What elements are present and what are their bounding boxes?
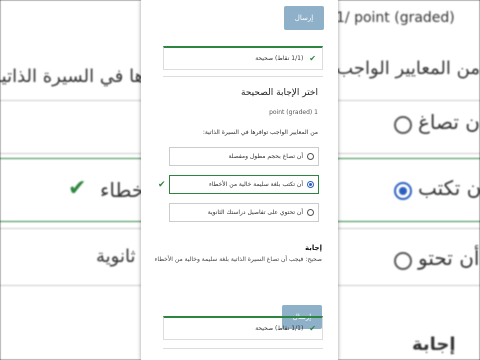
question-prompt: من المعايير الواجب توافرها في السيرة الذ… [202, 129, 318, 136]
bg-check-icon: ✔ [68, 176, 87, 201]
bg-option2: أن تكتب [418, 176, 480, 200]
bg-radio-2 [394, 182, 412, 200]
background-right: 1/ point (graded) من المعايير الواجب توا… [141, 0, 480, 360]
bg-points: 1/ point (graded) [336, 10, 455, 26]
bg-option1: أن تصاغ [418, 110, 480, 134]
option-3-label: أن تحتوي على تفاصيل دراستك الثانوية [207, 209, 303, 216]
option-3[interactable]: أن تحتوي على تفاصيل دراستك الثانوية [169, 203, 319, 222]
option-2[interactable]: أن تكتب بلغة سليمة خالية من الأخطاء ✔ [158, 175, 319, 194]
bg-radio-1 [394, 116, 412, 134]
correct-check-icon: ✔ [158, 179, 166, 190]
background-left: من المعايير الواجب توافرها في السيرة الذ… [0, 0, 332, 360]
radio-option-3[interactable] [307, 209, 314, 216]
option-1[interactable]: أن تصاغ بحجم مطول ومفصلة [169, 147, 319, 166]
answer-explanation: صحيح: فيجب أن تصاغ السيرة الذاتية بلغة س… [154, 256, 322, 263]
option-1-label: أن تصاغ بحجم مطول ومفصلة [228, 153, 303, 160]
feedback-correct-top: ✔ (1/1 نقاط) صحيحة [163, 46, 323, 70]
check-icon-bottom: ✔ [309, 324, 316, 333]
feedback-correct-bottom: ✔ (1/1 نقاط) صحيحة [163, 316, 323, 340]
option-2-label: أن تكتب بلغة سليمة خالية من الأخطاء [208, 181, 303, 188]
radio-option-1[interactable] [307, 153, 314, 160]
divider-bottom [163, 348, 323, 349]
answer-heading: إجابة [305, 244, 322, 252]
bg-option3-box [0, 228, 148, 286]
divider [163, 76, 323, 77]
bg-radio-3 [394, 252, 412, 270]
bg-option3: أن تحتو [418, 246, 480, 270]
question-title: اختر الإجابة الصحيحة [241, 88, 318, 98]
check-icon: ✔ [309, 54, 316, 63]
problem-panel: إرسال ✔ (1/1 نقاط) صحيحة اختر الإجابة ال… [141, 0, 338, 360]
feedback-text-bottom: (1/1 نقاط) صحيحة [255, 325, 304, 332]
radio-option-2[interactable] [307, 181, 314, 188]
submit-button-top[interactable]: إرسال [284, 6, 324, 30]
question-points: 1 point (graded) [269, 109, 318, 116]
feedback-text: (1/1 نقاط) صحيحة [255, 55, 304, 62]
bg-option1-box [0, 100, 148, 154]
bg-answer: إجابة [412, 334, 456, 355]
